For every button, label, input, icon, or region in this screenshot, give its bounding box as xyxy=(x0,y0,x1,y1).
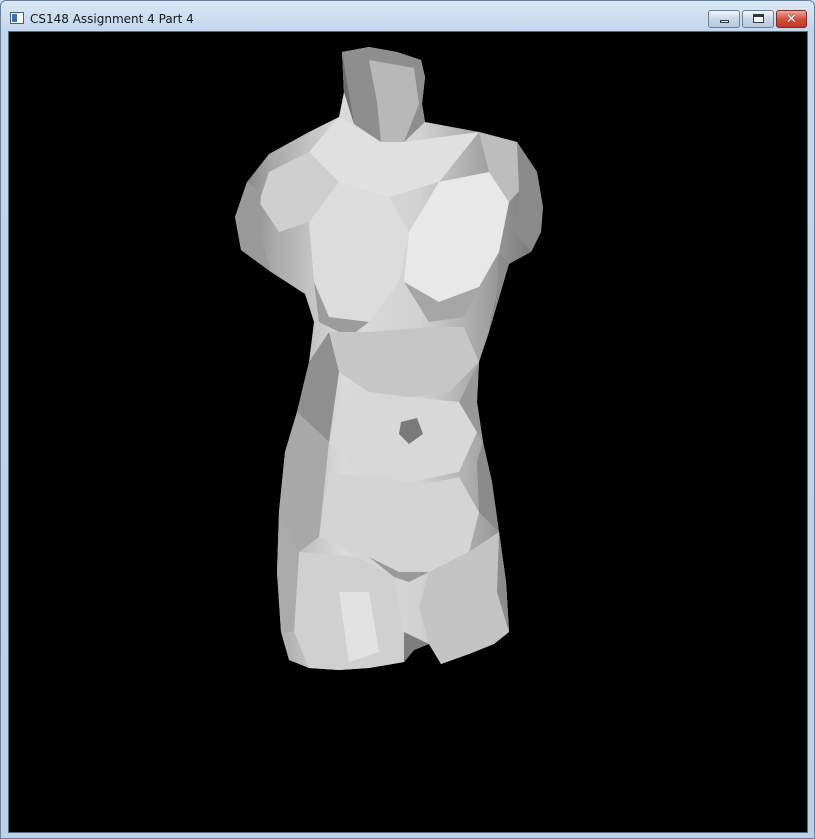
app-window-icon[interactable] xyxy=(10,12,24,24)
torso-model xyxy=(235,47,543,670)
window-title: CS148 Assignment 4 Part 4 xyxy=(30,12,194,26)
title-bar[interactable]: CS148 Assignment 4 Part 4 ✕ xyxy=(1,1,814,31)
close-button[interactable]: ✕ xyxy=(776,10,807,28)
minimize-button[interactable] xyxy=(708,10,740,28)
close-icon: ✕ xyxy=(786,11,797,27)
maximize-icon xyxy=(753,14,764,23)
minimize-icon xyxy=(720,20,729,23)
maximize-button[interactable] xyxy=(742,10,774,28)
app-window: CS148 Assignment 4 Part 4 ✕ xyxy=(0,0,815,839)
render-viewport[interactable] xyxy=(8,31,808,833)
